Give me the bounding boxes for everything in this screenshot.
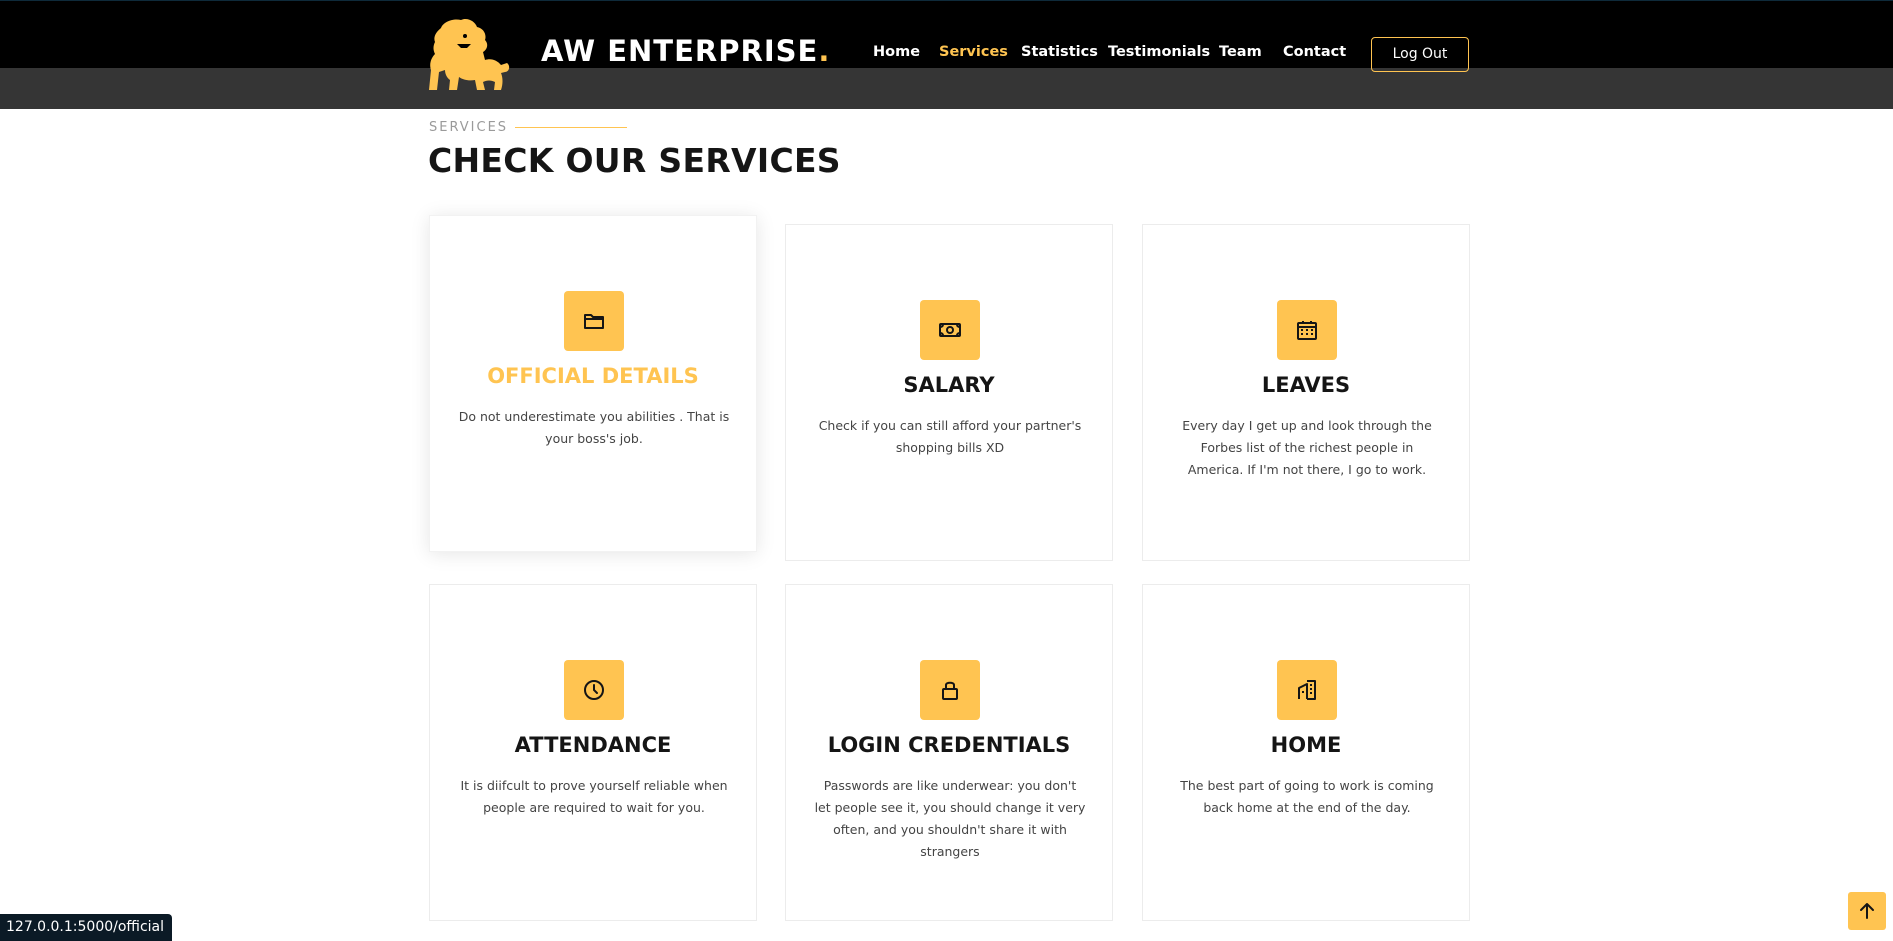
service-card-attendance[interactable]: ATTENDANCE It is diifcult to prove yours… xyxy=(429,584,757,921)
service-title: ATTENDANCE xyxy=(514,733,672,757)
lion-logo-icon[interactable] xyxy=(427,18,511,92)
service-card-leaves[interactable]: LEAVES Every day I get up and look throu… xyxy=(1142,224,1470,561)
section-label-divider xyxy=(515,127,627,128)
calendar-icon xyxy=(1297,321,1317,340)
arrow-up-icon xyxy=(1860,903,1874,919)
service-title: HOME xyxy=(1270,733,1342,757)
logout-button[interactable]: Log Out xyxy=(1371,37,1469,72)
cash-icon xyxy=(939,323,961,337)
brand-name[interactable]: AW ENTERPRISE. xyxy=(541,34,830,68)
service-title: OFFICIAL DETAILS xyxy=(487,364,699,388)
service-icon-box xyxy=(1277,300,1337,360)
folder-icon xyxy=(584,314,604,329)
service-description: It is diifcult to prove yourself reliabl… xyxy=(460,778,728,815)
building-icon xyxy=(1298,680,1316,700)
service-description: Do not underestimate you abilities . Tha… xyxy=(458,409,730,446)
header-subbar xyxy=(0,68,1893,109)
service-card-home[interactable]: HOME The best part of going to work is c… xyxy=(1142,584,1470,921)
service-icon-box xyxy=(564,660,624,720)
service-title: LEAVES xyxy=(1261,373,1351,397)
nav-team[interactable]: Team xyxy=(1219,44,1262,60)
service-description: The best part of going to work is coming… xyxy=(1180,778,1434,815)
nav-statistics[interactable]: Statistics xyxy=(1021,44,1098,60)
back-to-top-button[interactable] xyxy=(1848,892,1886,930)
service-description: Every day I get up and look through the … xyxy=(1182,418,1432,477)
service-description: Check if you can still afford your partn… xyxy=(818,418,1082,455)
brand-dot: . xyxy=(818,34,831,68)
brand-text: AW ENTERPRISE xyxy=(541,34,819,68)
section-title: CHECK OUR SERVICES xyxy=(428,141,841,180)
service-icon-box xyxy=(920,300,980,360)
lock-icon xyxy=(942,681,958,700)
nav-home[interactable]: Home xyxy=(873,44,920,60)
service-title: LOGIN CREDENTIALS xyxy=(827,733,1071,757)
section-label: SERVICES xyxy=(429,120,509,135)
status-bar-url: 127.0.0.1:5000/official xyxy=(0,914,173,941)
service-card-login-credentials[interactable]: LOGIN CREDENTIALS Passwords are like und… xyxy=(785,584,1113,921)
service-title: SALARY xyxy=(903,373,995,397)
nav-testimonials[interactable]: Testimonials xyxy=(1108,44,1210,60)
service-icon-box xyxy=(920,660,980,720)
service-card-salary[interactable]: SALARY Check if you can still afford you… xyxy=(785,224,1113,561)
service-icon-box xyxy=(564,291,624,351)
service-description: Passwords are like underwear: you don't … xyxy=(814,778,1086,859)
service-icon-box xyxy=(1277,660,1337,720)
clock-icon xyxy=(584,680,604,700)
nav-services[interactable]: Services xyxy=(939,44,1008,60)
service-card-official-details[interactable]: OFFICIAL DETAILS Do not underestimate yo… xyxy=(429,215,757,552)
nav-contact[interactable]: Contact xyxy=(1283,44,1346,60)
